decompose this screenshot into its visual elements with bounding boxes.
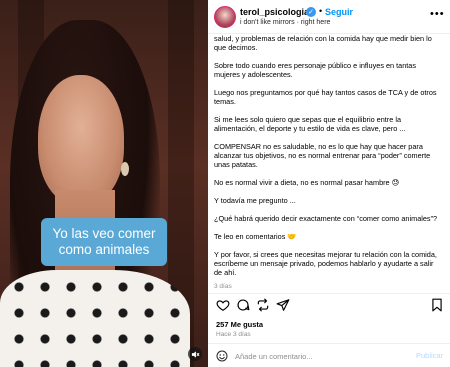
paper-plane-icon	[276, 299, 290, 311]
post-comment-button[interactable]: Publicar	[416, 351, 443, 360]
post-video[interactable]: Yo las veo comer como animales	[0, 0, 208, 367]
caption-paragraph: COMPENSAR no es saludable, no es lo que …	[214, 142, 431, 169]
caption-paragraph: Luego nos preguntamos por qué hay tantos…	[214, 88, 437, 106]
caption-paragraph: Te leo en comentarios 🤝	[214, 232, 297, 241]
caption-paragraph: Sobre todo cuando eres personaje público…	[214, 61, 417, 79]
caption-paragraph: Y todavía me pregunto ...	[214, 196, 296, 205]
caption-paragraph: salud, y problemas de relación con la co…	[214, 34, 432, 52]
caption-paragraph: No es normal vivir a dieta, no es normal…	[214, 178, 400, 187]
speaker-muted-icon	[191, 350, 199, 358]
caption-scroll-area[interactable]: salud, y problemas de relación con la co…	[208, 34, 450, 293]
username-link[interactable]: terol_psicologia	[240, 7, 309, 17]
repost-button[interactable]	[256, 298, 270, 312]
video-caption-text: Yo las veo comer como animales	[52, 226, 156, 257]
comment-button[interactable]	[236, 298, 250, 312]
post-header: terol_psicologia ✓ • Seguir i don't like…	[208, 0, 450, 34]
post-details-panel: terol_psicologia ✓ • Seguir i don't like…	[208, 0, 450, 367]
follow-button[interactable]: Seguir	[325, 7, 353, 17]
heart-icon	[216, 300, 230, 311]
comment-icon	[237, 299, 250, 311]
add-comment-bar: Publicar	[208, 343, 450, 367]
mute-button[interactable]	[188, 347, 202, 361]
video-subject-dress	[0, 270, 190, 367]
save-button[interactable]	[430, 298, 444, 312]
avatar[interactable]	[214, 6, 236, 28]
repost-icon	[257, 298, 269, 312]
post-timestamp[interactable]: Hace 3 días	[216, 331, 251, 338]
divider	[208, 293, 450, 294]
emoji-icon[interactable]	[216, 350, 228, 362]
video-subject-earring	[121, 162, 129, 176]
share-button[interactable]	[276, 298, 290, 312]
video-caption-overlay: Yo las veo comer como animales	[41, 218, 167, 266]
like-button[interactable]	[216, 298, 230, 312]
bookmark-icon	[432, 298, 442, 312]
caption-paragraph: Si me lees solo quiero que sepas que el …	[214, 115, 406, 133]
more-options-icon[interactable]: •••	[430, 8, 445, 20]
verified-badge-icon: ✓	[306, 7, 316, 17]
like-count[interactable]: 257 Me gusta	[216, 320, 263, 329]
video-subject-face	[38, 75, 124, 205]
caption-paragraph: Y por favor, si crees que necesitas mejo…	[214, 250, 437, 277]
comment-input[interactable]	[235, 349, 405, 363]
separator-dot: •	[319, 6, 323, 16]
caption-age: 3 días	[214, 283, 232, 290]
audio-track-link[interactable]: i don't like mirrors · right here	[240, 19, 330, 26]
caption-paragraph: ¿Qué habrá querido decir exactamente con…	[214, 214, 438, 223]
action-bar	[208, 296, 450, 316]
